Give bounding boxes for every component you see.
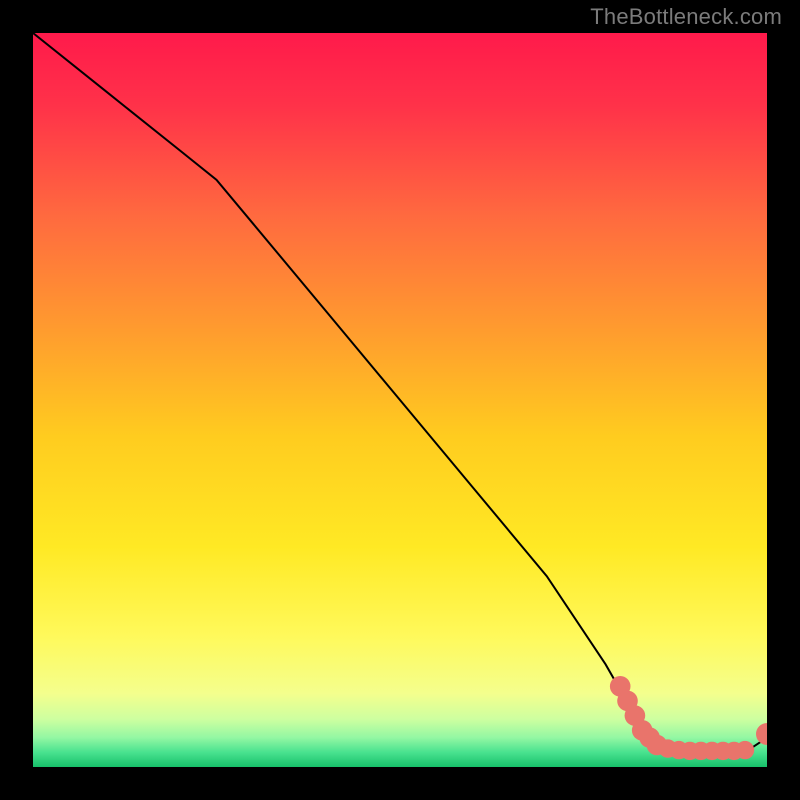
- data-marker: [736, 741, 754, 759]
- chart-plot-area: [33, 33, 767, 767]
- watermark-label: TheBottleneck.com: [590, 4, 782, 30]
- chart-frame: TheBottleneck.com: [0, 0, 800, 800]
- chart-svg: [33, 33, 767, 767]
